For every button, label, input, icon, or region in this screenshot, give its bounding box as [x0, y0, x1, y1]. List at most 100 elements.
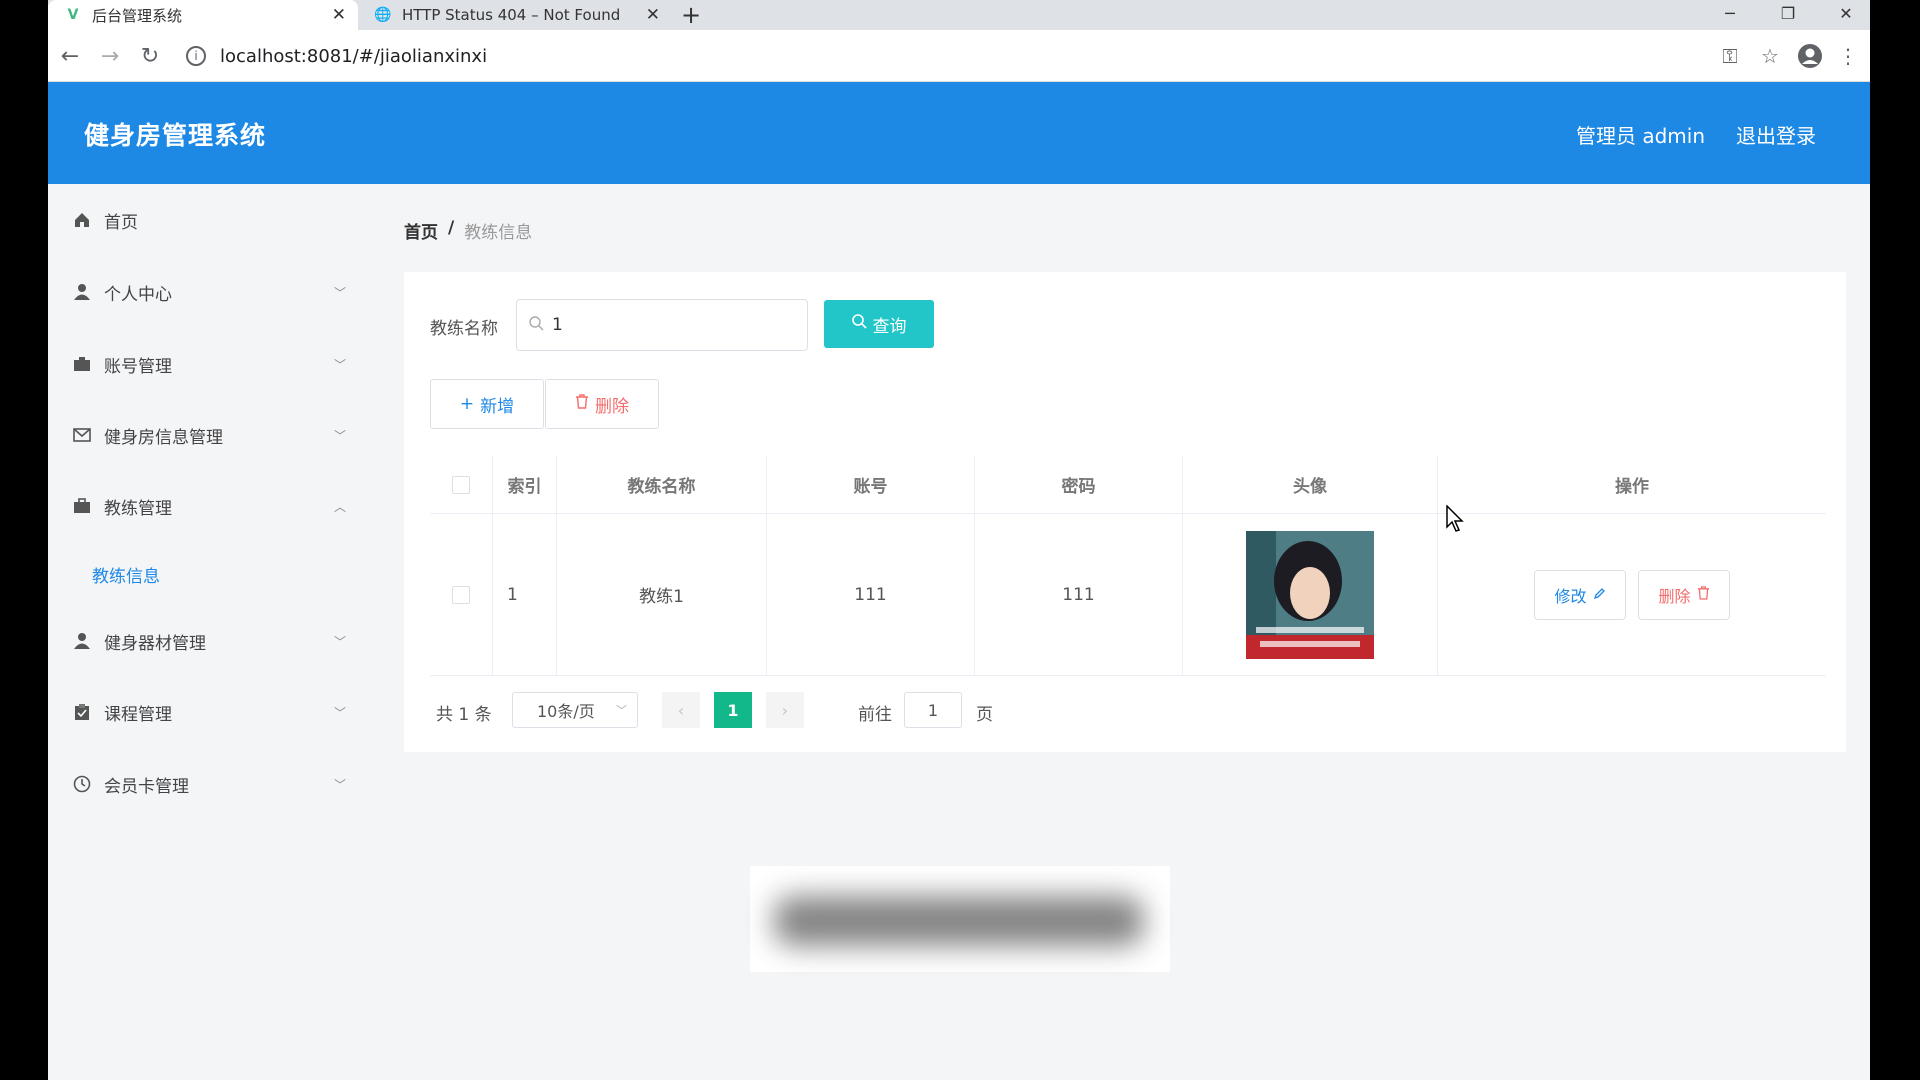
screen: V 后台管理系统 ✕ 🌐 HTTP Status 404 – Not Found… [48, 0, 1870, 1080]
sidebar-item-personal-center[interactable]: 个人中心 ﹀ [48, 268, 378, 316]
prev-page-button[interactable]: ‹ [662, 692, 700, 728]
key-icon[interactable]: ⚿ [1716, 42, 1744, 70]
search-icon [851, 314, 867, 334]
user-icon [72, 282, 92, 302]
user-icon [72, 631, 92, 651]
close-icon[interactable]: ✕ [646, 5, 660, 25]
sidebar-item-label: 教练管理 [104, 498, 172, 519]
tab-title: HTTP Status 404 – Not Found [402, 6, 621, 24]
cell-index: 1 [493, 514, 557, 675]
clipboard-icon [72, 702, 92, 722]
clock-icon [72, 774, 92, 794]
page-size-value: 10条/页 [537, 702, 595, 721]
plus-icon: + [459, 394, 475, 414]
sidebar-item-label: 首页 [104, 212, 138, 233]
sidebar-item-label: 健身房信息管理 [104, 427, 223, 448]
header-checkbox-cell [430, 456, 493, 513]
sidebar-item-member-card[interactable]: 会员卡管理 ﹀ [48, 760, 378, 808]
trash-icon [575, 394, 589, 414]
sidebar-item-label: 会员卡管理 [104, 776, 189, 797]
tab-404[interactable]: 🌐 HTTP Status 404 – Not Found ✕ [358, 0, 672, 30]
blurred-overlay [750, 866, 1170, 972]
tab-admin[interactable]: V 后台管理系统 ✕ [48, 0, 358, 30]
header-name: 教练名称 [557, 456, 767, 513]
sidebar: 首页 个人中心 ﹀ 账号管理 ﹀ 健身房信息管理 ﹀ 教练管理 ︿ 教练信息 健… [48, 184, 378, 1080]
sidebar-item-account[interactable]: 账号管理 ﹀ [48, 340, 378, 388]
query-button-label: 查询 [872, 316, 907, 337]
restore-icon[interactable]: ❐ [1764, 0, 1812, 26]
chevron-down-icon: ﹀ [334, 777, 347, 792]
coach-table: 索引 教练名称 账号 密码 头像 操作 1 教练1 111 111 修改 删除 [430, 456, 1826, 676]
logout-link[interactable]: 退出登录 [1736, 120, 1816, 149]
window-close-icon[interactable]: ✕ [1822, 0, 1870, 26]
star-icon[interactable]: ☆ [1756, 42, 1784, 70]
header-avatar: 头像 [1183, 456, 1438, 513]
goto-page-input[interactable]: 1 [904, 692, 962, 728]
chevron-down-icon: ﹀ [334, 705, 347, 720]
header-index: 索引 [493, 456, 557, 513]
delete-button-label: 删除 [595, 396, 629, 417]
search-input[interactable] [552, 315, 792, 335]
pagination: 共 1 条 10条/页 ﹀ ‹ 1 › 前往 1 页 [430, 690, 1230, 730]
page-size-select[interactable]: 10条/页 ﹀ [512, 692, 638, 728]
info-icon[interactable]: i [186, 46, 206, 66]
query-button[interactable]: 查询 [824, 300, 934, 348]
edit-button[interactable]: 修改 [1534, 569, 1626, 620]
row-delete-button[interactable]: 删除 [1638, 569, 1730, 620]
new-tab-button[interactable]: + [676, 0, 706, 30]
sidebar-item-label: 个人中心 [104, 284, 172, 305]
close-icon[interactable]: ✕ [332, 5, 346, 25]
sidebar-item-label: 账号管理 [104, 356, 172, 377]
edit-icon [1593, 585, 1606, 604]
search-field[interactable] [516, 299, 808, 351]
search-icon [529, 315, 544, 335]
avatar-image[interactable] [1246, 530, 1374, 659]
add-button[interactable]: + 新增 [430, 379, 544, 429]
sidebar-subitem-coach-info[interactable]: 教练信息 [92, 562, 160, 587]
back-icon[interactable]: ← [54, 40, 86, 72]
account-icon [72, 354, 92, 374]
vue-logo-icon: V [67, 7, 79, 23]
row-checkbox-cell [430, 514, 493, 675]
menu-dots-icon[interactable]: ⋮ [1834, 42, 1862, 70]
header-account: 账号 [767, 456, 975, 513]
breadcrumb-home[interactable]: 首页 [404, 218, 438, 243]
profile-icon[interactable] [1796, 42, 1824, 70]
browser-tab-bar: V 后台管理系统 ✕ 🌐 HTTP Status 404 – Not Found… [48, 0, 1870, 30]
chevron-down-icon: ﹀ [334, 428, 347, 443]
goto-label: 前往 [858, 705, 892, 725]
breadcrumb-current: 教练信息 [464, 223, 533, 243]
batch-delete-button[interactable]: 删除 [545, 379, 659, 429]
breadcrumb: 首页 / 教练信息 [404, 218, 532, 243]
mouse-cursor-icon [1446, 504, 1466, 537]
pagination-total: 共 1 条 [436, 705, 492, 725]
header-password: 密码 [975, 456, 1183, 513]
user-label: 管理员 admin [1576, 124, 1706, 148]
select-all-checkbox[interactable] [452, 475, 470, 494]
url-field[interactable]: i localhost:8081/#/jiaolianxinxi [128, 38, 1728, 74]
sidebar-item-gym-info[interactable]: 健身房信息管理 ﹀ [48, 411, 378, 459]
sidebar-item-course[interactable]: 课程管理 ﹀ [48, 688, 378, 736]
forward-icon[interactable]: → [94, 40, 126, 72]
search-label: 教练名称 [430, 319, 498, 339]
cell-name: 教练1 [557, 514, 767, 675]
row-checkbox[interactable] [452, 585, 470, 604]
chevron-down-icon: ﹀ [334, 285, 347, 300]
sidebar-item-coach-management[interactable]: 教练管理 ︿ [48, 482, 378, 530]
sidebar-item-equipment[interactable]: 健身器材管理 ﹀ [48, 617, 378, 665]
chevron-down-icon: ﹀ [334, 357, 347, 372]
sidebar-item-label: 健身器材管理 [104, 633, 206, 654]
cell-account: 111 [767, 514, 975, 675]
table-header-row: 索引 教练名称 账号 密码 头像 操作 [430, 456, 1826, 514]
minimize-icon[interactable]: ─ [1706, 0, 1754, 26]
app-title: 健身房管理系统 [84, 121, 267, 150]
cell-password: 111 [975, 514, 1183, 675]
home-icon [72, 210, 92, 230]
breadcrumb-separator: / [448, 218, 455, 238]
add-button-label: 新增 [480, 396, 515, 417]
chevron-down-icon: ﹀ [616, 704, 627, 717]
url-text: localhost:8081/#/jiaolianxinxi [220, 45, 488, 67]
next-page-button[interactable]: › [766, 692, 804, 728]
sidebar-item-home[interactable]: 首页 [48, 196, 378, 244]
current-page-button[interactable]: 1 [714, 692, 752, 728]
